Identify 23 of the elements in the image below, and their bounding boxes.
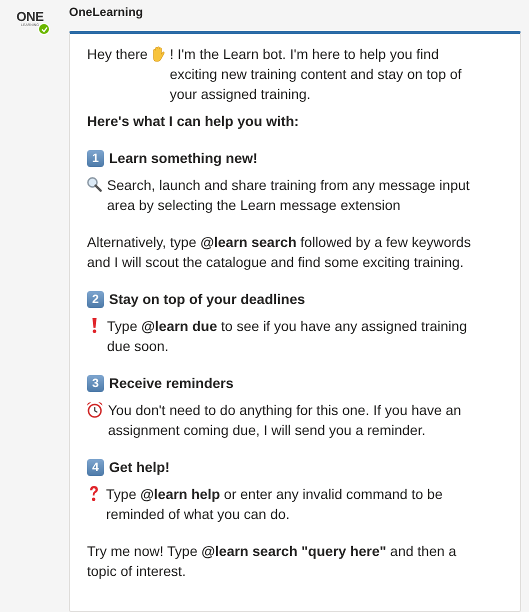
message-text: Hey there (87, 45, 148, 64)
magnifier-icon (87, 177, 102, 192)
number-key-icon: 2 (87, 290, 104, 308)
question-mark-icon (90, 486, 98, 501)
message-text: Type @learn help or enter any invalid command to be reminded of what you can do. (106, 485, 444, 524)
sender-name: OneLearning (69, 4, 144, 20)
number-key-icon: 4 (87, 458, 104, 476)
exclamation-icon (92, 318, 97, 333)
waving-hand-icon (152, 46, 165, 62)
section-heading: Get help! (109, 458, 170, 477)
number-key-icon: 1 (87, 150, 104, 166)
message-text: Try me now! Type @learn search "query here" and then a topic of interest. (87, 543, 456, 579)
section-heading: Learn something new! (109, 149, 258, 168)
section-heading: Receive reminders (109, 374, 234, 393)
message-text: Alternatively, type @learn search followed by a few keywords and I will scout the catalogue and find some exciting training. (87, 234, 471, 270)
number-key-icon: 3 (87, 374, 104, 392)
message-text: Search, launch and share training from any message input area by selecting the Learn message extension (107, 176, 471, 215)
section-heading: Here's what I can help you with: (87, 113, 299, 129)
alarm-clock-icon (87, 402, 103, 418)
section-heading: Stay on top of your deadlines (109, 290, 306, 309)
message-text: ! I'm the Learn bot. I'm here to help you find exciting new training content and stay on top of your assigned training. (170, 45, 463, 104)
message-text: Type @learn due to see if you have any assigned training due soon. (107, 317, 468, 356)
message-text: You don't need to do anything for this one. If you have an assignment coming due, I will send you a reminder. (108, 401, 462, 440)
